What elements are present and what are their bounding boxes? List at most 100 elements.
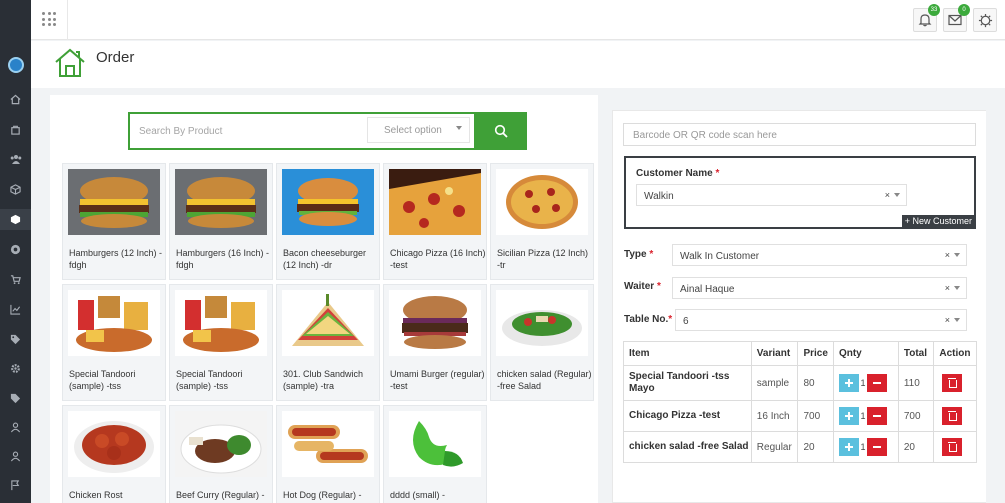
barcode-input[interactable]: Barcode OR QR code scan here xyxy=(623,123,976,146)
cart-item-price: 80 xyxy=(797,365,834,401)
user-icon[interactable] xyxy=(6,418,25,437)
decrease-qty-button[interactable] xyxy=(866,438,887,456)
clear-icon[interactable]: × xyxy=(885,190,890,200)
hotdog-image xyxy=(282,411,374,477)
chart-line-icon[interactable] xyxy=(6,300,25,319)
chevron-down-icon xyxy=(954,253,960,257)
column-header: Total xyxy=(897,341,935,366)
clear-icon[interactable]: × xyxy=(945,315,950,325)
product-name: Bacon cheeseburger (12 Inch) -dr xyxy=(283,248,367,270)
tags-icon[interactable] xyxy=(6,389,25,408)
cart-icon[interactable] xyxy=(6,270,25,289)
increase-qty-button[interactable] xyxy=(838,374,859,392)
cart-item-total: 700 xyxy=(897,400,935,432)
chevron-down-icon xyxy=(894,193,900,197)
cart-item-qty-cell: 1 xyxy=(832,400,899,432)
cube-icon[interactable] xyxy=(6,180,25,199)
product-name: Hamburgers (16 Inch) -fdgh xyxy=(176,248,270,270)
pizza-slice-image xyxy=(389,169,481,235)
green-logo-image xyxy=(389,411,481,477)
settings-circle-icon[interactable] xyxy=(6,240,25,259)
product-search-input[interactable] xyxy=(130,114,366,148)
column-header: Price xyxy=(797,341,834,366)
product-card[interactable]: dddd (small) - xyxy=(383,405,487,503)
increase-qty-button[interactable] xyxy=(838,407,859,425)
clear-icon[interactable]: × xyxy=(945,250,950,260)
notifications-count-badge: 33 xyxy=(928,4,940,16)
category-select[interactable]: Select option xyxy=(367,117,470,143)
product-card[interactable]: Special Tandoori (sample) -tss xyxy=(169,284,273,401)
salad-image xyxy=(496,290,588,356)
tag-icon[interactable] xyxy=(6,330,25,349)
required-mark: * xyxy=(715,168,720,179)
trash-icon[interactable] xyxy=(942,407,963,425)
product-card[interactable]: Bacon cheeseburger (12 Inch) -dr xyxy=(276,163,380,280)
trash-icon[interactable] xyxy=(942,374,963,392)
product-card[interactable]: Chicken Rost xyxy=(62,405,166,503)
settings-button[interactable] xyxy=(973,8,997,32)
cart-table: Item Variant Price Qnty Total Action Spe… xyxy=(623,341,977,463)
product-panel: Select option Hamburgers (12 Inch) -fdgh… xyxy=(50,95,598,503)
product-card[interactable]: Beef Curry (Regular) - xyxy=(169,405,273,503)
customer-select[interactable]: Walkin × xyxy=(636,184,907,206)
search-button[interactable] xyxy=(474,112,527,150)
user-outline-icon[interactable] xyxy=(6,447,25,466)
product-name: Special Tandoori (sample) -tss xyxy=(69,369,136,391)
notifications-button[interactable]: 33 xyxy=(913,4,940,32)
gear-icon[interactable] xyxy=(6,359,25,378)
column-header: Item xyxy=(623,341,752,366)
column-header: Qnty xyxy=(832,341,899,366)
product-card[interactable]: Hot Dog (Regular) - xyxy=(276,405,380,503)
waiter-select[interactable]: Ainal Haque × xyxy=(672,277,967,299)
product-card[interactable]: 301. Club Sandwich (sample) -tra xyxy=(276,284,380,401)
increase-qty-button[interactable] xyxy=(838,438,859,456)
cart-row: Special Tandoori -tss Mayo sample 80 1 1… xyxy=(623,365,977,401)
product-card[interactable]: chicken salad (Regular) -free Salad xyxy=(490,284,594,401)
hamburger-image xyxy=(175,169,267,235)
table-no-label: Table No.* xyxy=(624,314,673,325)
decrease-qty-button[interactable] xyxy=(866,407,887,425)
beef-image xyxy=(175,411,267,477)
product-card[interactable]: Chicago Pizza (16 Inch) -test xyxy=(383,163,487,280)
sidebar xyxy=(0,0,31,503)
burger-image xyxy=(389,290,481,356)
app-logo[interactable] xyxy=(8,57,24,73)
clear-icon[interactable]: × xyxy=(945,283,950,293)
product-card[interactable]: Umami Burger (regular) -test xyxy=(383,284,487,401)
hamburger-image xyxy=(68,169,160,235)
flag-icon[interactable] xyxy=(6,476,25,495)
cart-item-price: 700 xyxy=(797,400,834,432)
gear-icon xyxy=(978,13,992,27)
cart-item-qty: 1 xyxy=(860,378,866,388)
product-name: Hamburgers (12 Inch) -fdgh xyxy=(69,248,163,270)
product-card[interactable]: Hamburgers (16 Inch) -fdgh xyxy=(169,163,273,280)
box-icon[interactable] xyxy=(6,210,25,229)
bag-icon[interactable] xyxy=(6,120,25,139)
product-name: Sicilian Pizza (12 Inch) -tr xyxy=(497,248,589,270)
waiter-label: Waiter * xyxy=(624,281,661,292)
product-search-bar: Select option xyxy=(128,112,527,150)
product-name: Beef Curry (Regular) - xyxy=(176,490,265,500)
cart-item-action xyxy=(933,400,977,432)
apps-grid-icon[interactable] xyxy=(42,12,56,26)
cart-item-name: Special Tandoori -tss Mayo xyxy=(623,365,752,401)
users-icon[interactable] xyxy=(6,150,25,169)
product-card[interactable]: Hamburgers (12 Inch) -fdgh xyxy=(62,163,166,280)
trash-icon[interactable] xyxy=(942,438,963,456)
product-card[interactable]: Special Tandoori (sample) -tss xyxy=(62,284,166,401)
page-title: Order xyxy=(96,49,135,66)
product-name: Chicken Rost xyxy=(69,490,123,500)
cart-item-qty: 1 xyxy=(860,442,866,452)
type-select[interactable]: Walk In Customer × xyxy=(672,244,967,266)
decrease-qty-button[interactable] xyxy=(866,374,887,392)
messages-button[interactable]: 0 xyxy=(943,4,970,32)
search-icon xyxy=(494,124,508,138)
cart-item-total: 20 xyxy=(897,431,935,463)
new-customer-button[interactable]: + New Customer xyxy=(901,215,976,229)
product-name: Umami Burger (regular) -test xyxy=(390,369,485,391)
product-card[interactable]: Sicilian Pizza (12 Inch) -tr xyxy=(490,163,594,280)
table-select[interactable]: 6 × xyxy=(675,309,967,331)
chevron-down-icon xyxy=(954,318,960,322)
customer-name-label: Customer Name * xyxy=(636,168,720,179)
home-icon[interactable] xyxy=(6,90,25,109)
